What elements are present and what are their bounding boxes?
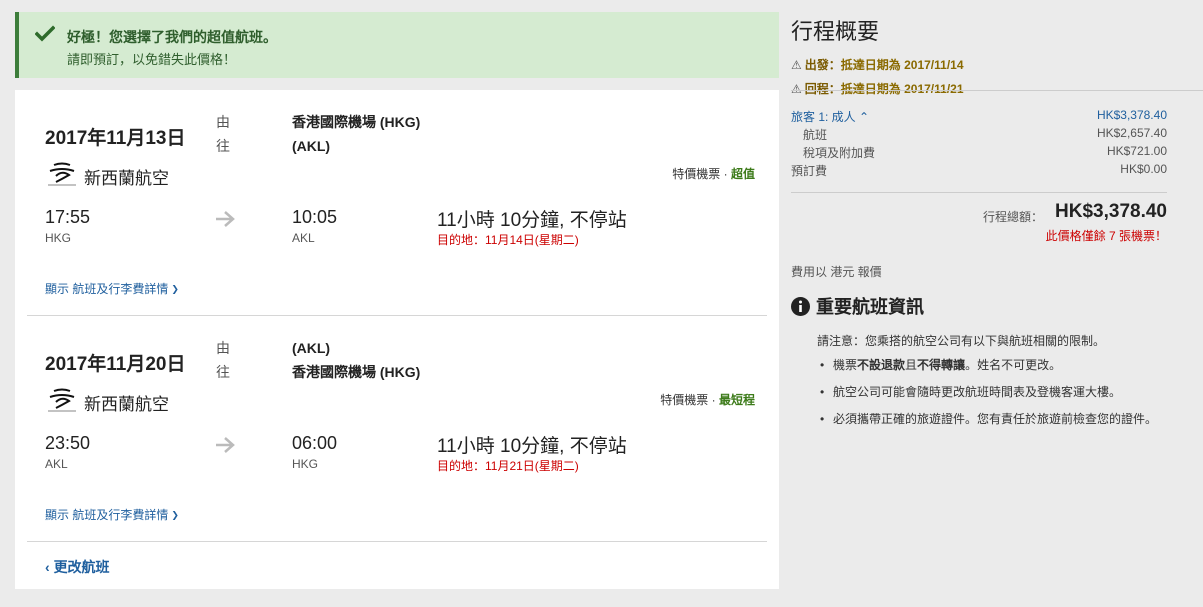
arrival-date: 目的地：11月14日(星期二) — [437, 233, 579, 247]
important-info-title: 重要航班資訊 — [791, 293, 924, 319]
from-to-labels: 由 往 — [216, 336, 230, 384]
airline-name: 新西蘭航空 — [84, 169, 169, 188]
info-item: 必須攜帶正確的旅遊證件。您有責任於旅遊前檢查您的證件。 — [817, 410, 1177, 428]
flight-duration: 11小時 10分鐘, 不停站 — [437, 210, 627, 231]
from-airport: (AKL) — [292, 340, 331, 356]
info-item: 航空公司可能會隨時更改航班時間表及登機客運大樓。 — [817, 383, 1177, 401]
fare-type: 特價機票 · 最短程 — [660, 393, 755, 407]
currency-note: 費用以 港元 報價 — [791, 265, 882, 279]
booking-label: 預訂費 — [791, 164, 828, 178]
departure-time: 17:55 — [45, 207, 91, 227]
info-circle-icon — [791, 297, 810, 316]
check-icon — [35, 25, 55, 42]
fare-type-label: 特價機票 — [660, 393, 709, 407]
success-alert: 好極！您選擇了我們的超值航班。 請即預訂，以免錯失此價格！ — [15, 12, 779, 78]
traveler-label: 旅客 1: 成人 — [791, 110, 856, 124]
from-airport: 香港國際機場 (HKG) — [292, 114, 421, 130]
chevron-left-icon: ‹ — [45, 559, 50, 575]
flight-label: 航班 — [803, 128, 828, 142]
info-text: 且 — [905, 358, 918, 372]
info-text: 機票 — [833, 358, 858, 372]
total-label: 行程總額： — [982, 210, 1043, 224]
to-airport: 香港國際機場 (HKG) — [292, 364, 421, 380]
details-link-label: 顯示 航班及行李費詳情 — [45, 508, 169, 522]
leg-divider — [27, 541, 767, 542]
airline-name: 新西蘭航空 — [84, 395, 169, 414]
traveler-toggle[interactable]: 旅客 1: 成人 ⌃ HK$3,378.40 — [791, 108, 1167, 125]
fare-type-label: 特價機票 — [672, 167, 721, 181]
outbound-label: 出發： — [804, 58, 841, 72]
summary-divider — [791, 192, 1167, 193]
summary-title: 行程概要 — [791, 19, 880, 44]
arrow-right-icon — [216, 211, 235, 227]
airline-logo-icon — [48, 388, 76, 412]
seats-left: 此價格僅餘 7 張機票！ — [1045, 229, 1167, 243]
flight-card: 2017年11月13日 由 往 香港國際機場 (HKG) (AKL) 新西蘭航空… — [15, 90, 779, 589]
leg-airports: 香港國際機場 (HKG) (AKL) — [292, 110, 420, 158]
alert-subtitle: 請即預訂，以免錯失此價格！ — [67, 52, 237, 67]
info-title-text: 重要航班資訊 — [816, 297, 924, 317]
fare-type: 特價機票 · 超值 — [672, 167, 755, 181]
departure-time: 23:50 — [45, 433, 91, 453]
price-breakdown: 旅客 1: 成人 ⌃ HK$3,378.40 航班 HK$2,657.40 稅項… — [791, 90, 1203, 217]
price-row-flight: 航班 HK$2,657.40 — [791, 126, 1167, 143]
info-item: 機票不設退款且不得轉讓。姓名不可更改。 — [817, 356, 1177, 374]
chevron-up-icon: ⌃ — [855, 110, 870, 124]
flight-leg-return: 2017年11月20日 由 往 (AKL) 香港國際機場 (HKG) 新西蘭航空… — [15, 316, 779, 541]
to-label: 往 — [216, 138, 230, 154]
fare-tag: 最短程 — [718, 393, 755, 407]
fare-tag: 超值 — [730, 167, 755, 181]
alert-title: 好極！您選擇了我們的超值航班。 — [67, 29, 277, 45]
price-row-tax: 稅項及附加費 HK$721.00 — [791, 144, 1167, 161]
arrival-date: 目的地：11月21日(星期二) — [437, 459, 579, 473]
info-bold: 不設退款 — [857, 358, 906, 372]
details-link-label: 顯示 航班及行李費詳情 — [45, 282, 169, 296]
to-airport: (AKL) — [292, 138, 331, 154]
airline-logo-icon — [48, 162, 76, 186]
arrival-time: 10:05 — [292, 207, 338, 227]
flight-leg-outbound: 2017年11月13日 由 往 香港國際機場 (HKG) (AKL) 新西蘭航空… — [15, 90, 779, 315]
from-label: 由 — [216, 340, 230, 356]
change-flight-link[interactable]: ‹ 更改航班 — [45, 557, 110, 577]
departure-code: AKL — [45, 457, 68, 471]
total-price: HK$3,378.40 — [1055, 201, 1167, 222]
price-row-booking: 預訂費 HK$0.00 — [791, 162, 1167, 179]
outbound-warning: ⚠ 出發：抵達日期為 2017/11/14 — [791, 56, 964, 73]
from-label: 由 — [216, 114, 230, 130]
info-list: 機票不設退款且不得轉讓。姓名不可更改。 航空公司可能會隨時更改航班時間表及登機客… — [817, 356, 1177, 437]
tax-label: 稅項及附加費 — [803, 146, 876, 160]
show-details-link[interactable]: 顯示 航班及行李費詳情 ❯ — [45, 280, 179, 297]
warning-triangle-icon: ⚠ — [791, 58, 802, 72]
arrow-right-icon — [216, 437, 235, 453]
arrival-code: HKG — [292, 457, 319, 471]
booking-price: HK$0.00 — [1120, 162, 1167, 176]
tax-price: HK$721.00 — [1106, 144, 1167, 158]
info-text: 。姓名不可更改。 — [965, 358, 1062, 372]
info-notice: 請注意：您乘搭的航空公司有以下與航班相關的限制。 — [817, 334, 1106, 348]
change-flight-label: 更改航班 — [53, 559, 110, 575]
flight-duration: 11小時 10分鐘, 不停站 — [437, 436, 627, 457]
arrival-code: AKL — [292, 231, 315, 245]
arrival-time: 06:00 — [292, 433, 338, 453]
departure-code: HKG — [45, 231, 72, 245]
to-label: 往 — [216, 364, 230, 380]
chevron-down-icon: ❯ — [171, 284, 179, 294]
flight-price: HK$2,657.40 — [1096, 126, 1167, 140]
traveler-price: HK$3,378.40 — [1096, 108, 1167, 122]
info-bold: 不得轉讓 — [917, 358, 966, 372]
trip-summary-panel: 行程概要 ⚠ 出發：抵達日期為 2017/11/14 ⚠ 回程：抵達日期為 2017… — [791, 0, 1203, 607]
leg-airports: (AKL) 香港國際機場 (HKG) — [292, 336, 420, 384]
leg-date: 2017年11月20日 — [45, 354, 186, 375]
chevron-down-icon: ❯ — [171, 510, 179, 520]
show-details-link[interactable]: 顯示 航班及行李費詳情 ❯ — [45, 506, 179, 523]
from-to-labels: 由 往 — [216, 110, 230, 158]
outbound-text: 抵達日期為 2017/11/14 — [840, 58, 964, 72]
leg-date: 2017年11月13日 — [45, 128, 186, 149]
